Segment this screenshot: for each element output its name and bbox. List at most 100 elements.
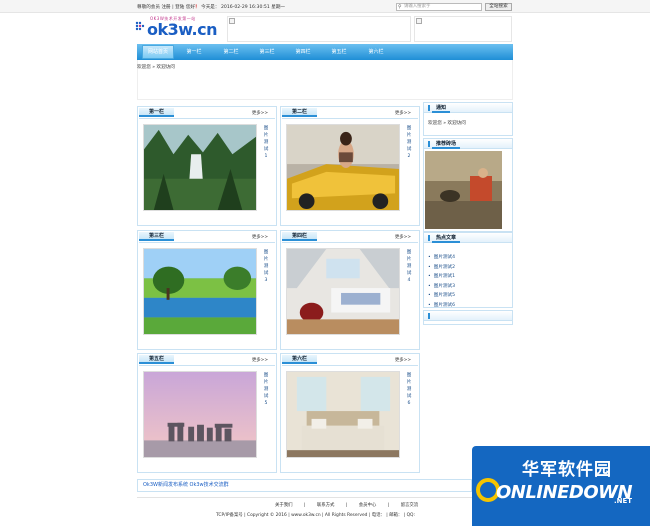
photo-caption[interactable]: 图片测试5 [263, 372, 269, 407]
watermark-logo: 华军软件园 ONLINEDOWN .NET [472, 446, 650, 526]
list-item[interactable]: 图片测试1 [428, 272, 455, 282]
search-placeholder: 请输入搜索字 [404, 4, 431, 9]
panel-divider [139, 365, 275, 366]
watermark-ring-inner [480, 482, 496, 498]
bar-marker [428, 235, 430, 241]
bedroom-photo[interactable] [286, 371, 400, 458]
hot-list: 图片测试4 图片测试2 图片测试1 图片测试3 图片测试5 图片测试6 [428, 253, 455, 311]
separator: | [303, 503, 306, 508]
bar-marker [428, 105, 430, 111]
panel-divider [282, 118, 418, 119]
footer-links: 关于我们 | 联系方式 | 会员中心 | 留言交流 [270, 502, 423, 508]
bar-marker [428, 141, 430, 147]
nav-item-col4[interactable]: 第四栏 [287, 44, 319, 60]
panel-title[interactable]: 第五栏 [139, 355, 174, 364]
panel-divider [282, 242, 418, 243]
watermark-cn-text: 华军软件园 [522, 460, 612, 480]
golf-photo[interactable] [143, 248, 257, 335]
separator: | [387, 503, 390, 508]
header-banner[interactable] [227, 16, 411, 42]
more-link[interactable]: 更多>> [395, 234, 411, 240]
friend-links[interactable]: Ok3W新闻发布系统 Ok3w技术交流群 [137, 479, 472, 492]
hot-articles-box: 热点文章 图片测试4 图片测试2 图片测试1 图片测试3 图片测试5 图片测试6 [423, 232, 513, 308]
breadcrumb-box [137, 60, 513, 100]
search-icon: ⚲ [398, 4, 402, 10]
column-panel: 第四栏 更多>> 图片测试4 [280, 230, 420, 350]
login-link[interactable]: 登陆 [175, 5, 184, 10]
list-item[interactable]: 图片测试3 [428, 282, 455, 292]
separator: | [345, 503, 348, 508]
column-panel: 第六栏 更多>> 图片测试6 [280, 353, 420, 473]
greeting-text: 您好 [185, 5, 196, 10]
nav-item-col1[interactable]: 第一栏 [178, 44, 210, 60]
search-button[interactable]: 全站搜索 [485, 3, 512, 11]
nav-item-col6[interactable]: 第六栏 [360, 44, 392, 60]
more-link[interactable]: 更多>> [395, 110, 411, 116]
footer-divider [137, 497, 472, 498]
more-link[interactable]: 更多>> [252, 110, 268, 116]
list-item[interactable]: 图片测试5 [428, 291, 455, 301]
photo-caption[interactable]: 图片测试2 [406, 125, 412, 160]
panel-title[interactable]: 第六栏 [282, 355, 317, 364]
column-panel: 第一栏 更多>> 图片测试1 [137, 106, 277, 226]
attic-room-photo[interactable] [286, 248, 400, 335]
car-photo[interactable] [286, 124, 400, 211]
footer-link-guestbook[interactable]: 留言交流 [401, 503, 419, 508]
sidebar-header: 热点文章 [424, 233, 512, 243]
panel-title[interactable]: 第四栏 [282, 232, 317, 241]
photo-caption[interactable]: 图片测试6 [406, 372, 412, 407]
nav-item-home[interactable]: 网站首页 [142, 45, 174, 59]
more-link[interactable]: 更多>> [252, 357, 268, 363]
logo-dots-icon [135, 21, 145, 31]
logo-text: ok3w.cn [147, 20, 217, 39]
column-panel: 第三栏 更多>> 图片测试3 [137, 230, 277, 350]
welcome-text: 尊敬的会员 [137, 5, 160, 10]
separator: | [172, 5, 174, 10]
recommend-title: 推荐砖场 [432, 140, 461, 149]
watermark-net-text: .NET [614, 497, 633, 505]
sidebar-header: 通知 [424, 103, 512, 113]
nav-item-col2[interactable]: 第二栏 [215, 44, 247, 60]
register-link[interactable]: 注册 [161, 5, 170, 10]
breadcrumb: 欢迎您 » 欢迎访问 [137, 65, 175, 70]
sidebar-header: 推荐砖场 [424, 139, 512, 149]
footer-link-member[interactable]: 会员中心 [359, 503, 377, 508]
panel-divider [139, 118, 275, 119]
greeting-mark: ！ [195, 5, 200, 10]
main-nav: 网站首页 第一栏 第二栏 第三栏 第四栏 第五栏 第六栏 [137, 44, 513, 60]
stonehenge-photo[interactable] [143, 371, 257, 458]
notice-box: 通知 欢迎您 » 欢迎访问 [423, 102, 513, 136]
notice-title: 通知 [432, 104, 451, 113]
recommend-box: 推荐砖场 [423, 138, 513, 232]
panel-divider [139, 242, 275, 243]
datetime-text: 2016-02-29 16:30:51 [220, 5, 270, 10]
footer-link-about[interactable]: 关于我们 [275, 503, 293, 508]
nav-item-col5[interactable]: 第五栏 [323, 44, 355, 60]
notice-text: 欢迎您 » 欢迎访问 [428, 121, 466, 126]
panel-title[interactable]: 第二栏 [282, 108, 317, 117]
photo-caption[interactable]: 图片测试3 [263, 249, 269, 284]
list-item[interactable]: 图片测试4 [428, 253, 455, 263]
site-logo[interactable]: ok3w.cn [135, 20, 217, 39]
broken-image-icon [229, 18, 235, 24]
panel-title[interactable]: 第三栏 [139, 232, 174, 241]
bar-marker [428, 313, 430, 319]
more-link[interactable]: 更多>> [395, 357, 411, 363]
header-banner[interactable] [414, 16, 512, 42]
waterfall-photo[interactable] [143, 124, 257, 211]
recommend-photo[interactable] [425, 151, 502, 229]
weekday-text: 星期一 [271, 5, 286, 10]
photo-caption[interactable]: 图片测试1 [263, 125, 269, 160]
top-bar: 尊敬的会员 注册 | 登陆 您好！ 今天是： 2016-02-29 16:30:… [0, 0, 650, 13]
watermark-en-text: ONLINEDOWN [496, 482, 633, 503]
column-panel: 第二栏 更多>> 图片测试2 [280, 106, 420, 226]
broken-image-icon [416, 18, 422, 24]
more-link[interactable]: 更多>> [252, 234, 268, 240]
footer-link-contact[interactable]: 联系方式 [317, 503, 335, 508]
list-item[interactable]: 图片测试2 [428, 263, 455, 273]
photo-caption[interactable]: 图片测试4 [406, 249, 412, 284]
copyright-text: TCP/IP备案号 | Copyright © 2016 | www.ok3w.… [216, 513, 415, 518]
nav-item-col3[interactable]: 第三栏 [251, 44, 283, 60]
panel-title[interactable]: 第一栏 [139, 108, 174, 117]
search-input[interactable]: ⚲ 请输入搜索字 [396, 3, 482, 11]
